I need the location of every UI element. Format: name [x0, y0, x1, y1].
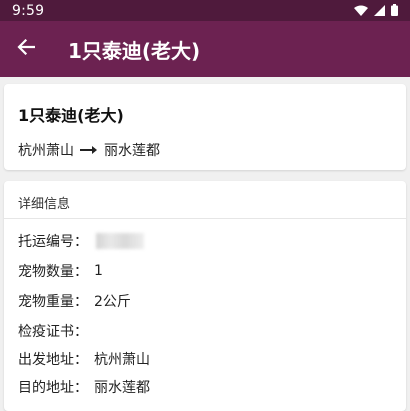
detail-row-tracking: 托运编号：	[18, 231, 144, 251]
detail-value: 2公斤	[94, 294, 131, 310]
status-time: 9:59	[12, 2, 45, 19]
detail-row-certificate: 检疫证书：	[18, 321, 94, 341]
battery-icon	[391, 1, 398, 20]
wifi-icon	[354, 1, 368, 20]
summary-card: 1只泰迪(老大) 杭州萧山 丽水莲都	[4, 84, 406, 170]
back-arrow-icon	[17, 38, 36, 59]
route-origin: 杭州萧山	[18, 143, 74, 159]
detail-row-weight: 宠物重量： 2公斤	[18, 291, 131, 311]
back-button[interactable]	[0, 21, 54, 77]
status-bar: 9:59	[0, 0, 410, 21]
page-title: 1只泰迪(老大)	[68, 38, 201, 63]
detail-row-destination: 目的地址： 丽水莲都	[18, 377, 150, 397]
detail-label: 托运编号：	[18, 234, 88, 250]
detail-header: 详细信息	[4, 181, 406, 219]
detail-value: 1	[94, 263, 103, 279]
pet-title: 1只泰迪(老大)	[18, 106, 124, 125]
app-bar: 1只泰迪(老大)	[0, 21, 410, 77]
detail-label: 目的地址：	[18, 380, 88, 396]
detail-card: 详细信息 托运编号： 宠物数量： 1 宠物重量： 2公斤 检疫证书： 出发地址：…	[4, 181, 406, 411]
detail-row-origin: 出发地址： 杭州萧山	[18, 349, 150, 369]
detail-label: 检疫证书：	[18, 324, 88, 340]
route: 杭州萧山 丽水莲都	[18, 140, 392, 160]
redacted-tracking-number	[96, 233, 144, 249]
detail-label: 宠物数量：	[18, 264, 88, 280]
status-icons	[354, 1, 398, 20]
detail-value: 杭州萧山	[94, 352, 150, 368]
detail-value: 丽水莲都	[94, 380, 150, 396]
right-arrow-icon	[80, 145, 98, 155]
detail-label: 宠物重量：	[18, 294, 88, 310]
route-destination: 丽水莲都	[104, 143, 160, 159]
detail-label: 出发地址：	[18, 352, 88, 368]
detail-row-quantity: 宠物数量： 1	[18, 261, 103, 281]
signal-icon	[374, 1, 385, 20]
